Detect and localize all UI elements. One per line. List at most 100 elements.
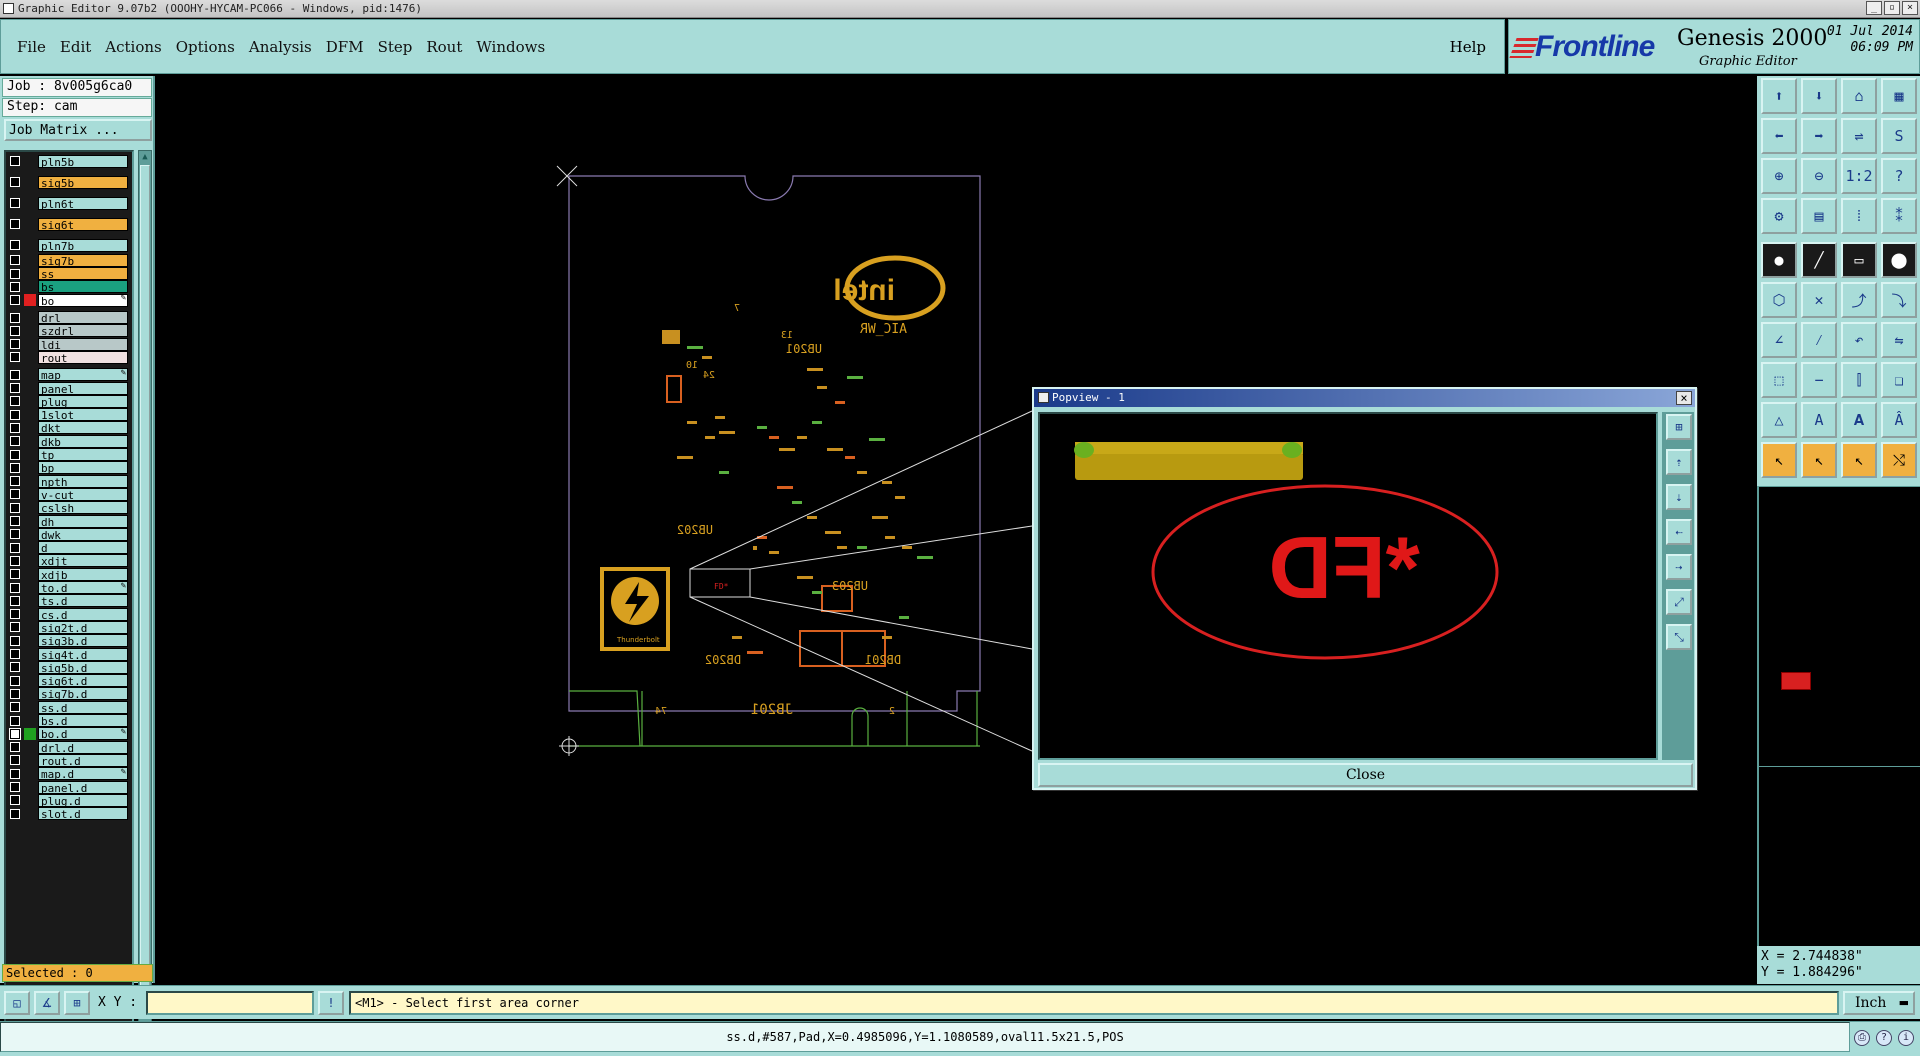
menu-help[interactable]: Help [1450,38,1486,56]
home-icon[interactable]: ⌂ [1841,78,1877,114]
help-icon[interactable]: ? [1881,158,1917,194]
pan-left-icon[interactable]: ⬅ [1761,118,1797,154]
flip-icon[interactable]: ⇋ [1881,322,1917,358]
overview-viewport[interactable] [1781,672,1811,690]
layer-checkbox[interactable] [10,156,20,166]
layer-name[interactable]: ldi [38,337,128,351]
printer-icon[interactable]: ⎙ [1854,1030,1870,1046]
layer-name[interactable]: tp [38,448,128,461]
menu-options[interactable]: Options [176,38,235,56]
layer-name[interactable]: ss.d [38,700,128,714]
layer-name[interactable]: bp [38,461,128,475]
popview-pan-right-icon[interactable]: ⇢ [1666,554,1692,580]
layer-name[interactable]: sig7b [38,253,128,267]
connect-icon[interactable]: ⬡ [1761,282,1797,318]
layer-checkbox[interactable] [10,436,20,447]
layer-name[interactable]: dwk [38,527,128,541]
measure-icon[interactable]: ⁞ [1841,198,1877,234]
menu-analysis[interactable]: Analysis [249,38,312,56]
layer-checkbox[interactable] [10,688,20,699]
grid-icon[interactable]: ▦ [1881,78,1917,114]
layer-row[interactable]: plug.d [10,793,128,807]
layer-row[interactable]: tp [10,448,128,462]
text-a-alt-icon[interactable]: Â [1881,402,1917,438]
layer-name[interactable]: dkb [38,434,128,448]
pad-icon[interactable]: ● [1761,242,1797,278]
layers-icon[interactable]: ❏ [1881,362,1917,398]
layer-checkbox[interactable] [10,808,20,819]
layer-name[interactable]: rout.d [38,753,128,767]
text-a-bold-icon[interactable]: 𝐀 [1841,402,1877,438]
layer-name[interactable]: sig7b.d [38,687,128,701]
layer-row[interactable]: bo ✎ [10,293,128,307]
layer-name[interactable]: ts.d [38,594,128,608]
layer-row[interactable]: plug [10,394,128,408]
layer-checkbox[interactable] [10,295,20,306]
overview-map[interactable] [1757,486,1920,946]
layer-row[interactable]: map ✎ [10,368,128,382]
layer-row[interactable]: ss [10,267,128,281]
layer-name[interactable]: map [38,368,128,382]
layer-checkbox[interactable] [10,768,20,779]
layer-checkbox[interactable] [10,782,20,792]
snap-mode-icon[interactable]: ◱ [4,991,30,1015]
scroll-thumb[interactable] [140,165,150,1015]
layer-checkbox[interactable] [10,675,20,686]
popview-close-icon[interactable]: × [1676,391,1692,405]
text-a-icon[interactable]: A [1801,402,1837,438]
layer-row[interactable]: panel [10,381,128,395]
layer-name[interactable]: bo [38,293,128,307]
layer-row[interactable]: ldi [10,337,128,351]
layer-checkbox[interactable] [10,702,20,713]
layer-row[interactable]: xdjt [10,554,128,568]
unit-select[interactable]: Inch ▬ [1843,991,1915,1015]
layer-name[interactable]: v-cut [38,487,128,501]
popview-canvas[interactable]: *FD [1038,412,1658,760]
layer-name[interactable]: xdjb [38,567,128,581]
layer-name[interactable]: sig6t.d [38,674,128,688]
layer-name[interactable]: sig5b [38,175,128,189]
layer-name[interactable]: szdrl [38,324,128,338]
layer-name[interactable]: cslsh [38,501,128,515]
popview-close-button[interactable]: Close [1038,763,1693,787]
pointer-route-icon[interactable]: ⤭ [1881,442,1917,478]
layer-row[interactable]: sig3b.d [10,634,128,648]
layer-checkbox[interactable] [10,502,20,513]
layer-name[interactable]: bs [38,280,128,294]
triangle-icon[interactable]: △ [1761,402,1797,438]
layer-row[interactable]: dkt [10,421,128,435]
angle-icon[interactable]: ∠ [1761,322,1797,358]
layer-name[interactable]: rout [38,350,128,364]
layer-checkbox[interactable] [10,422,20,433]
layer-row[interactable]: cs.d [10,607,128,621]
layer-checkbox[interactable] [10,595,20,606]
layer-name[interactable]: xdjt [38,554,128,568]
circle-icon[interactable]: ⬤ [1881,242,1917,278]
line-tool-icon[interactable]: ╱ [1801,242,1837,278]
popview-zoom-fit-icon[interactable]: ⊞ [1666,414,1692,440]
snap-grid-icon[interactable]: ▤ [1801,198,1837,234]
layer-checkbox[interactable] [10,516,20,526]
ruler-icon[interactable]: ▭ [1841,242,1877,278]
menu-file[interactable]: File [17,38,46,56]
cross-icon[interactable]: ✕ [1801,282,1837,318]
layer-checkbox[interactable] [10,240,20,250]
layer-checkbox[interactable] [10,396,20,407]
layer-name[interactable]: cs.d [38,607,128,621]
layer-row[interactable]: ts.d [10,594,128,608]
layer-checkbox[interactable] [10,177,20,187]
layer-name[interactable]: sig3b.d [38,634,128,648]
node-icon[interactable]: ⤴ [1841,282,1877,318]
layer-row[interactable]: szdrl [10,324,128,338]
layer-checkbox[interactable] [10,755,20,766]
layer-checkbox[interactable] [10,352,20,363]
layer-row[interactable]: drl [10,311,128,325]
layer-name[interactable]: bo.d [38,727,128,741]
net-icon[interactable]: ⁑ [1881,198,1917,234]
layer-row[interactable]: sig6t.d [10,674,128,688]
split-icon[interactable]: ⫿ [1841,362,1877,398]
layer-row[interactable]: xdjb [10,567,128,581]
select-box-icon[interactable]: ⬚ [1761,362,1797,398]
layer-checkbox[interactable] [10,609,20,620]
pan-up-icon[interactable]: ⬆ [1761,78,1797,114]
